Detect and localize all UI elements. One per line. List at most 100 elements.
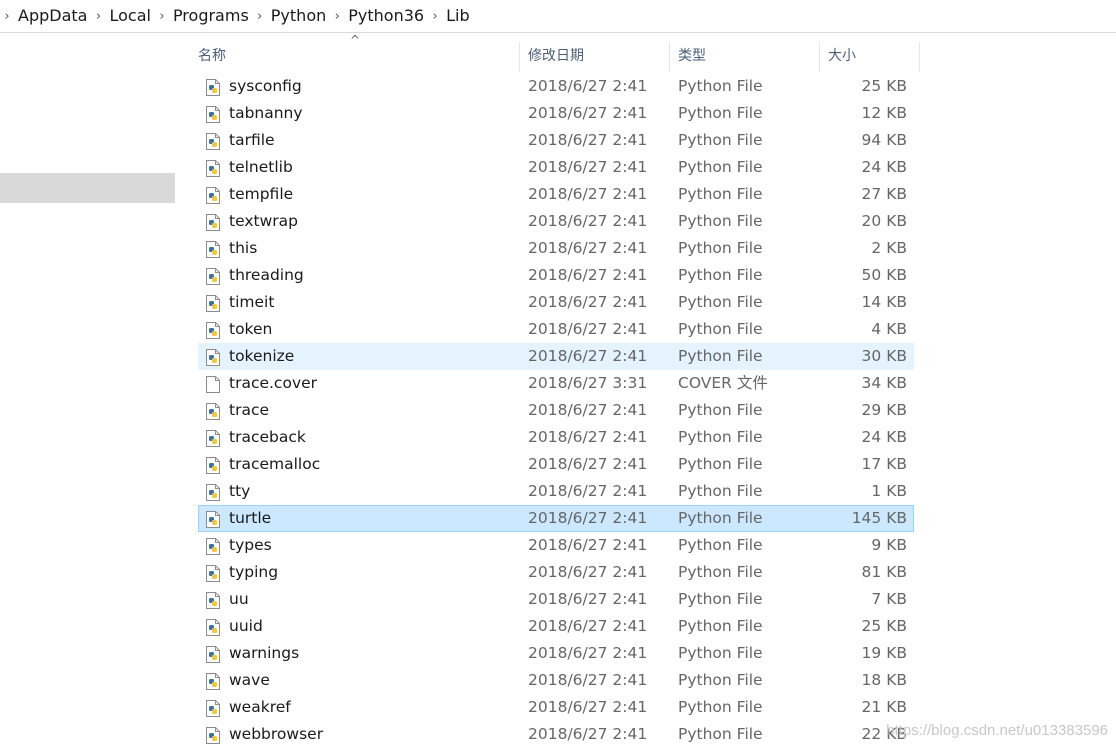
chevron-right-icon[interactable]: › (428, 9, 442, 24)
file-name[interactable]: threading (229, 263, 304, 288)
file-size: 34 KB (861, 374, 907, 392)
breadcrumb-python[interactable]: Python (267, 5, 330, 27)
file-row[interactable]: tracemalloc 2018/6/27 2:41 Python File 17 K… (198, 451, 914, 478)
file-row[interactable]: sysconfig 2018/6/27 2:41 Python File 25 KB (198, 73, 914, 100)
breadcrumb: › AppData › Local › Programs › Python › … (0, 5, 474, 27)
file-size: 14 KB (861, 293, 907, 311)
file-row[interactable]: uu 2018/6/27 2:41 Python File 7 KB (198, 586, 914, 613)
file-date: 2018/6/27 2:41 (528, 266, 648, 284)
file-name[interactable]: tempfile (229, 182, 293, 207)
file-date: 2018/6/27 2:41 (528, 455, 648, 473)
file-name[interactable]: this (229, 236, 257, 261)
file-name[interactable]: trace.cover (229, 371, 317, 396)
file-size: 9 KB (871, 536, 907, 554)
file-row[interactable]: trace.cover 2018/6/27 3:31 COVER 文件 34 KB (198, 370, 914, 397)
column-divider[interactable] (919, 42, 920, 72)
file-date: 2018/6/27 2:41 (528, 590, 648, 608)
file-type: Python File (678, 131, 763, 149)
file-type: Python File (678, 509, 763, 527)
file-row[interactable]: types 2018/6/27 2:41 Python File 9 KB (198, 532, 914, 559)
file-date: 2018/6/27 2:41 (528, 563, 648, 581)
file-name[interactable]: telnetlib (229, 155, 293, 180)
chevron-right-icon[interactable]: › (330, 9, 344, 24)
file-row[interactable]: tokenize 2018/6/27 2:41 Python File 30 KB (198, 343, 914, 370)
file-row[interactable]: typing 2018/6/27 2:41 Python File 81 KB (198, 559, 914, 586)
python-file-icon (205, 106, 221, 123)
file-date: 2018/6/27 2:41 (528, 671, 648, 689)
file-type: Python File (678, 482, 763, 500)
file-name[interactable]: uu (229, 587, 249, 612)
breadcrumb-local[interactable]: Local (105, 5, 154, 27)
file-name[interactable]: timeit (229, 290, 274, 315)
chevron-right-icon[interactable]: › (155, 9, 169, 24)
file-row[interactable]: warnings 2018/6/27 2:41 Python File 19 KB (198, 640, 914, 667)
file-date: 2018/6/27 2:41 (528, 185, 648, 203)
file-name[interactable]: traceback (229, 425, 306, 450)
file-row[interactable]: webbrowser 2018/6/27 2:41 Python File 22 KB (198, 721, 914, 748)
breadcrumb-python36[interactable]: Python36 (344, 5, 428, 27)
file-row[interactable]: traceback 2018/6/27 2:41 Python File 24 KB (198, 424, 914, 451)
column-size[interactable]: 大小 (820, 40, 920, 72)
file-name[interactable]: tarfile (229, 128, 275, 153)
navigation-pane[interactable] (0, 33, 178, 751)
file-row[interactable]: telnetlib 2018/6/27 2:41 Python File 24 KB (198, 154, 914, 181)
file-name[interactable]: uuid (229, 614, 263, 639)
file-name[interactable]: textwrap (229, 209, 298, 234)
file-row[interactable]: this 2018/6/27 2:41 Python File 2 KB (198, 235, 914, 262)
file-size: 12 KB (861, 104, 907, 122)
nav-selected-item[interactable] (0, 173, 175, 203)
file-row[interactable]: tabnanny 2018/6/27 2:41 Python File 12 KB (198, 100, 914, 127)
file-date: 2018/6/27 2:41 (528, 617, 648, 635)
python-file-icon (205, 160, 221, 177)
file-date: 2018/6/27 2:41 (528, 293, 648, 311)
file-name[interactable]: warnings (229, 641, 299, 666)
file-row[interactable]: uuid 2018/6/27 2:41 Python File 25 KB (198, 613, 914, 640)
file-size: 30 KB (861, 347, 907, 365)
file-row[interactable]: textwrap 2018/6/27 2:41 Python File 20 KB (198, 208, 914, 235)
file-row[interactable]: timeit 2018/6/27 2:41 Python File 14 KB (198, 289, 914, 316)
file-size: 24 KB (861, 158, 907, 176)
file-date: 2018/6/27 2:41 (528, 239, 648, 257)
python-file-icon (205, 295, 221, 312)
python-file-icon (205, 484, 221, 501)
file-row[interactable]: token 2018/6/27 2:41 Python File 4 KB (198, 316, 914, 343)
chevron-right-icon[interactable]: › (91, 9, 105, 24)
file-row[interactable]: tempfile 2018/6/27 2:41 Python File 27 KB (198, 181, 914, 208)
breadcrumb-appdata[interactable]: AppData (14, 5, 91, 27)
file-name[interactable]: sysconfig (229, 74, 302, 99)
file-row[interactable]: weakref 2018/6/27 2:41 Python File 21 KB (198, 694, 914, 721)
file-name[interactable]: tracemalloc (229, 452, 320, 477)
column-header: ^ 名称 修改日期 类型 大小 (190, 34, 920, 72)
breadcrumb-programs[interactable]: Programs (169, 5, 253, 27)
file-row[interactable]: threading 2018/6/27 2:41 Python File 50 KB (198, 262, 914, 289)
column-name[interactable]: ^ 名称 (190, 34, 520, 72)
breadcrumb-lib[interactable]: Lib (442, 5, 474, 27)
blank-file-icon (205, 376, 221, 393)
file-row[interactable]: tarfile 2018/6/27 2:41 Python File 94 KB (198, 127, 914, 154)
file-name[interactable]: types (229, 533, 272, 558)
file-size: 94 KB (861, 131, 907, 149)
file-date: 2018/6/27 2:41 (528, 428, 648, 446)
file-name[interactable]: trace (229, 398, 269, 423)
file-name[interactable]: weakref (229, 695, 291, 720)
file-name[interactable]: wave (229, 668, 270, 693)
chevron-right-icon[interactable]: › (253, 9, 267, 24)
file-type: Python File (678, 185, 763, 203)
file-name[interactable]: webbrowser (229, 722, 323, 747)
file-name[interactable]: tabnanny (229, 101, 303, 126)
file-name[interactable]: token (229, 317, 272, 342)
file-row[interactable]: turtle 2018/6/27 2:41 Python File 145 KB (198, 505, 914, 532)
file-row[interactable]: wave 2018/6/27 2:41 Python File 18 KB (198, 667, 914, 694)
file-name[interactable]: tokenize (229, 344, 294, 369)
address-bar[interactable]: › AppData › Local › Programs › Python › … (0, 0, 1116, 33)
file-name[interactable]: turtle (229, 506, 271, 531)
chevron-right-icon[interactable]: › (0, 9, 14, 24)
column-type[interactable]: 类型 (670, 40, 820, 72)
file-row[interactable]: trace 2018/6/27 2:41 Python File 29 KB (198, 397, 914, 424)
file-name[interactable]: tty (229, 479, 250, 504)
column-date[interactable]: 修改日期 (520, 40, 670, 72)
file-date: 2018/6/27 2:41 (528, 158, 648, 176)
file-date: 2018/6/27 2:41 (528, 725, 648, 743)
file-row[interactable]: tty 2018/6/27 2:41 Python File 1 KB (198, 478, 914, 505)
file-name[interactable]: typing (229, 560, 278, 585)
